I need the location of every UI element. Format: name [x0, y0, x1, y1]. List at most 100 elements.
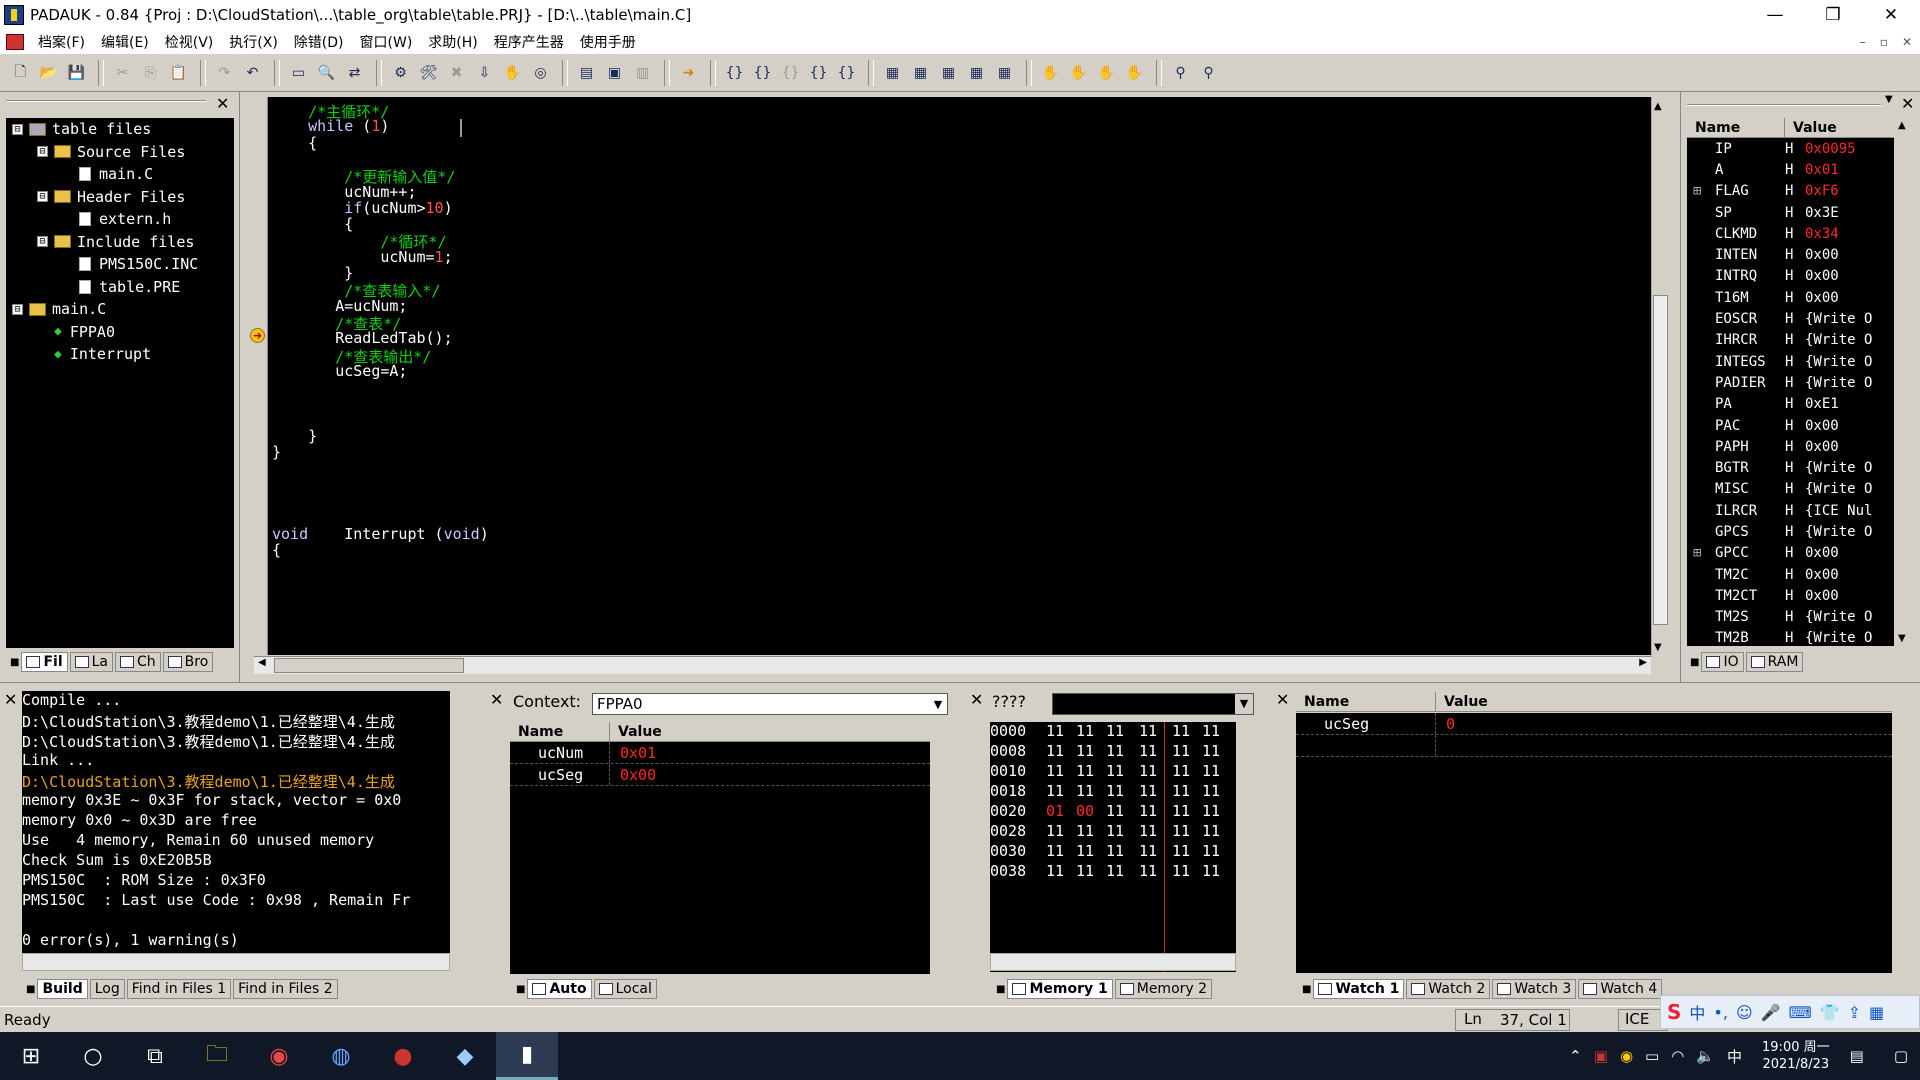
ice-icon[interactable]: ◎ [528, 60, 553, 85]
memory-byte[interactable]: 11 [1070, 742, 1100, 762]
tree-node[interactable]: ⊟ main.C [6, 298, 234, 321]
gripper[interactable] [1687, 104, 1881, 106]
memory-byte[interactable]: 11 [1040, 742, 1070, 762]
memory-byte[interactable]: 11 [1100, 742, 1130, 762]
memory-byte[interactable]: 11 [1166, 742, 1196, 762]
register-window-icon[interactable]: ▦ [964, 60, 989, 85]
memory-byte[interactable]: 11 [1130, 722, 1166, 742]
tree-node[interactable]: ⊟ table files [6, 118, 234, 141]
watch-tab[interactable]: Watch 3 [1492, 979, 1577, 999]
workspace-tab[interactable]: Fil [21, 652, 68, 672]
watch-empty-row[interactable] [1296, 735, 1892, 757]
memory-byte[interactable]: 11 [1100, 802, 1130, 822]
memory-byte[interactable]: 01 [1040, 802, 1070, 822]
tree-node[interactable]: extern.h [6, 208, 234, 231]
output-window-icon[interactable]: ▦ [992, 60, 1017, 85]
find-icon[interactable]: 🔍 [314, 60, 339, 85]
step-into-icon[interactable]: {} [722, 60, 747, 85]
ime-chinese-icon[interactable]: 中 [1689, 1000, 1705, 1024]
build-icon[interactable]: 🛠 [416, 60, 441, 85]
memory-tab[interactable]: Memory 1 [1007, 979, 1113, 999]
context-scrollbar[interactable] [930, 722, 948, 974]
tree-expander-icon[interactable]: ⊟ [37, 146, 48, 158]
menu-item[interactable]: 程序产生器 [486, 32, 572, 52]
cut-icon[interactable]: ✂ [110, 60, 135, 85]
code-editor[interactable]: /*主循环*/while (1){/*更新输入值*/ucNum++; if(ucN… [268, 97, 1651, 655]
pane-menu-icon[interactable]: ▼ [1885, 94, 1893, 105]
volume-icon[interactable]: 🔈 [1696, 1047, 1715, 1065]
editor-gutter[interactable]: ➜ [246, 97, 268, 655]
menu-item[interactable]: 档案(F) [30, 32, 93, 52]
workspace-tab[interactable]: La [69, 652, 114, 672]
stop-build-icon[interactable]: ✖ [444, 60, 469, 85]
watch-scrollbar[interactable] [1892, 692, 1914, 974]
register-row[interactable]: MISC H {Write O [1687, 479, 1894, 500]
memory-byte[interactable]: 11 [1166, 822, 1196, 842]
mdi-button[interactable]: ✕ [1902, 35, 1912, 49]
memory-byte[interactable]: 11 [1166, 842, 1196, 862]
memory-byte[interactable]: 11 [1166, 782, 1196, 802]
tree-node[interactable]: main.C [6, 163, 234, 186]
gripper[interactable] [6, 100, 206, 102]
register-row[interactable]: PAC H 0x00 [1687, 415, 1894, 436]
memory-hscroll[interactable] [990, 953, 1236, 971]
memory-byte[interactable]: 11 [1100, 822, 1130, 842]
hand-icon[interactable]: ✋ [500, 60, 525, 85]
output-tab[interactable]: Find in Files 1 [126, 979, 232, 999]
download-icon[interactable]: ⇩ [472, 60, 497, 85]
memory-byte[interactable]: 11 [1166, 802, 1196, 822]
register-row[interactable]: A H 0x01 [1687, 159, 1894, 180]
menu-item[interactable]: 执行(X) [221, 32, 286, 52]
memory-byte[interactable]: 11 [1100, 722, 1130, 742]
browser-icon[interactable]: ◍ [310, 1032, 372, 1080]
tree-node[interactable]: ◆ Interrupt [6, 343, 234, 366]
tab-scroll-icon[interactable]: ■ [1302, 984, 1311, 995]
register-row[interactable]: PA H 0xE1 [1687, 394, 1894, 415]
recorder-icon[interactable]: ● [372, 1032, 434, 1080]
workspace-close-icon[interactable]: ✕ [216, 94, 229, 113]
memory-byte[interactable]: 11 [1040, 862, 1070, 882]
tray-chrome-icon[interactable]: ◉ [1620, 1047, 1633, 1065]
memory-byte[interactable]: 11 [1130, 782, 1166, 802]
watch-list[interactable]: ucSeg 0 [1296, 713, 1892, 973]
memory-close-icon[interactable]: ✕ [970, 690, 983, 709]
breakpoint-clear-icon[interactable]: ✋ [1122, 60, 1147, 85]
register-row[interactable]: ILRCR H {ICE Nul [1687, 500, 1894, 521]
register-value-header[interactable]: Value [1785, 118, 1894, 137]
watch-tab[interactable]: Watch 1 [1313, 979, 1405, 999]
menu-item[interactable]: 窗口(W) [352, 32, 421, 52]
undo-icon[interactable]: ↶ [240, 60, 265, 85]
memory-byte[interactable]: 11 [1040, 782, 1070, 802]
ime-punct-icon[interactable]: •, [1713, 1003, 1728, 1022]
expand-icon[interactable]: ⊞ [1693, 545, 1701, 561]
memory-byte[interactable]: 11 [1070, 762, 1100, 782]
register-row[interactable]: TM2B H {Write O [1687, 628, 1894, 649]
register-row[interactable]: PADIER H {Write O [1687, 372, 1894, 393]
memory-window-icon[interactable]: ▦ [936, 60, 961, 85]
memory-byte[interactable]: 11 [1130, 842, 1166, 862]
memory-byte[interactable]: 11 [1166, 862, 1196, 882]
compile-icon[interactable]: ⚙ [388, 60, 413, 85]
ime-skin-icon[interactable]: 👕 [1820, 1003, 1840, 1022]
memory-byte[interactable]: 11 [1040, 722, 1070, 742]
ime-emoji-icon[interactable]: ☺ [1736, 1003, 1753, 1022]
breakpoint-enable-icon[interactable]: ✋ [1094, 60, 1119, 85]
tab-scroll-icon[interactable]: ■ [1690, 657, 1699, 668]
replace-icon[interactable]: ⇄ [342, 60, 367, 85]
file-explorer-icon[interactable]: 🗀 [186, 1032, 248, 1080]
notification-icon[interactable]: ▢ [1894, 1047, 1908, 1065]
find-next-icon[interactable]: ⚲ [1196, 60, 1221, 85]
watch-tab[interactable]: Watch 4 [1578, 979, 1663, 999]
memory-byte[interactable]: 11 [1100, 862, 1130, 882]
workspace-tab[interactable]: Bro [162, 652, 214, 672]
register-row[interactable]: GPCS H {Write O [1687, 521, 1894, 542]
menu-item[interactable]: 求助(H) [420, 32, 485, 52]
register-row[interactable]: TM2C H 0x00 [1687, 564, 1894, 585]
memory-byte[interactable]: 11 [1040, 822, 1070, 842]
tree-expander-icon[interactable]: ⊟ [37, 191, 48, 203]
memory-byte[interactable]: 11 [1196, 862, 1226, 882]
register-row[interactable]: IHRCR H {Write O [1687, 330, 1894, 351]
tree-expander-icon[interactable]: ⊟ [12, 303, 23, 315]
editor-vertical-scrollbar[interactable]: ▲ ▼ [1651, 97, 1669, 657]
workspace-tab[interactable]: Ch [115, 652, 161, 672]
